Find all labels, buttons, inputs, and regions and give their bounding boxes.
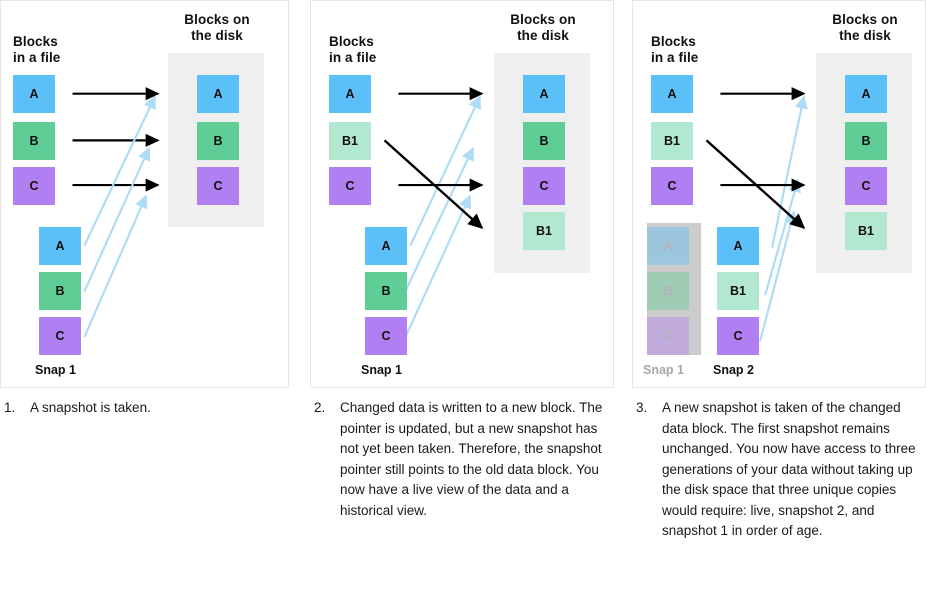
file-block[interactable]: A	[651, 75, 693, 113]
file-block[interactable]: B	[13, 122, 55, 160]
disk-block[interactable]: A	[523, 75, 565, 113]
snapshot-block[interactable]: A	[365, 227, 407, 265]
disk-block[interactable]: B	[845, 122, 887, 160]
caption-step-3: 3. A new snapshot is taken of the change…	[636, 398, 926, 542]
snapshot-label-faded: Snap 1	[643, 363, 684, 377]
caption-number: 1.	[4, 400, 16, 415]
file-block[interactable]: C	[651, 167, 693, 205]
black-pointer-arrows	[72, 87, 160, 192]
caption-text: A new snapshot is taken of the changed d…	[662, 400, 916, 538]
blocks-on-the-disk-label: Blocks on the disk	[510, 12, 576, 43]
blocks-in-a-file-label: Blocks in a file	[651, 34, 699, 65]
snapshot-block-faded[interactable]: A	[647, 227, 689, 265]
blue-snapshot-arrows	[83, 95, 156, 338]
caption-step-2: 2. Changed data is written to a new bloc…	[314, 398, 606, 521]
disk-block[interactable]: C	[197, 167, 239, 205]
snapshot-block[interactable]: A	[39, 227, 81, 265]
panel-step-1: Blocks in a file Blocks on the disk A B …	[0, 0, 289, 388]
snapshot-block[interactable]: C	[717, 317, 759, 355]
file-block[interactable]: C	[329, 167, 371, 205]
blocks-in-a-file-label: Blocks in a file	[13, 34, 61, 65]
disk-block[interactable]: A	[845, 75, 887, 113]
snapshot-block[interactable]: C	[365, 317, 407, 355]
blue-snapshot-arrows	[759, 94, 808, 342]
blocks-in-a-file-label: Blocks in a file	[329, 34, 377, 65]
caption-number: 2.	[314, 400, 326, 415]
panel-step-2: Blocks in a file Blocks on the disk A B1…	[310, 0, 614, 388]
file-block[interactable]: C	[13, 167, 55, 205]
snapshot-block-faded[interactable]: B	[647, 272, 689, 310]
snapshot-label: Snap 1	[35, 363, 76, 377]
caption-text: Changed data is written to a new block. …	[340, 400, 603, 518]
panel-step-3: Blocks in a file Blocks on the disk A B1…	[632, 0, 926, 388]
disk-block[interactable]: B1	[523, 212, 565, 250]
disk-block[interactable]: A	[197, 75, 239, 113]
file-block[interactable]: B1	[651, 122, 693, 160]
snapshot-label: Snap 1	[361, 363, 402, 377]
snapshot-block[interactable]: C	[39, 317, 81, 355]
file-block[interactable]: A	[13, 75, 55, 113]
disk-block[interactable]: B	[197, 122, 239, 160]
caption-step-1: 1. A snapshot is taken.	[4, 398, 294, 419]
diagram-canvas: Blocks in a file Blocks on the disk A B …	[0, 0, 926, 600]
snapshot-block[interactable]: A	[717, 227, 759, 265]
snapshot-block[interactable]: B1	[717, 272, 759, 310]
disk-block[interactable]: C	[523, 167, 565, 205]
caption-text: A snapshot is taken.	[30, 400, 151, 415]
blocks-on-the-disk-label: Blocks on the disk	[832, 12, 898, 43]
snapshot-label: Snap 2	[713, 363, 754, 377]
snapshot-block-faded[interactable]: C	[647, 317, 689, 355]
disk-block[interactable]: B1	[845, 212, 887, 250]
caption-number: 3.	[636, 400, 648, 415]
disk-block[interactable]: B	[523, 122, 565, 160]
snapshot-block[interactable]: B	[39, 272, 81, 310]
blocks-on-the-disk-label: Blocks on the disk	[184, 12, 250, 43]
snapshot-block[interactable]: B	[365, 272, 407, 310]
file-block[interactable]: B1	[329, 122, 371, 160]
file-block[interactable]: A	[329, 75, 371, 113]
disk-block[interactable]: C	[845, 167, 887, 205]
